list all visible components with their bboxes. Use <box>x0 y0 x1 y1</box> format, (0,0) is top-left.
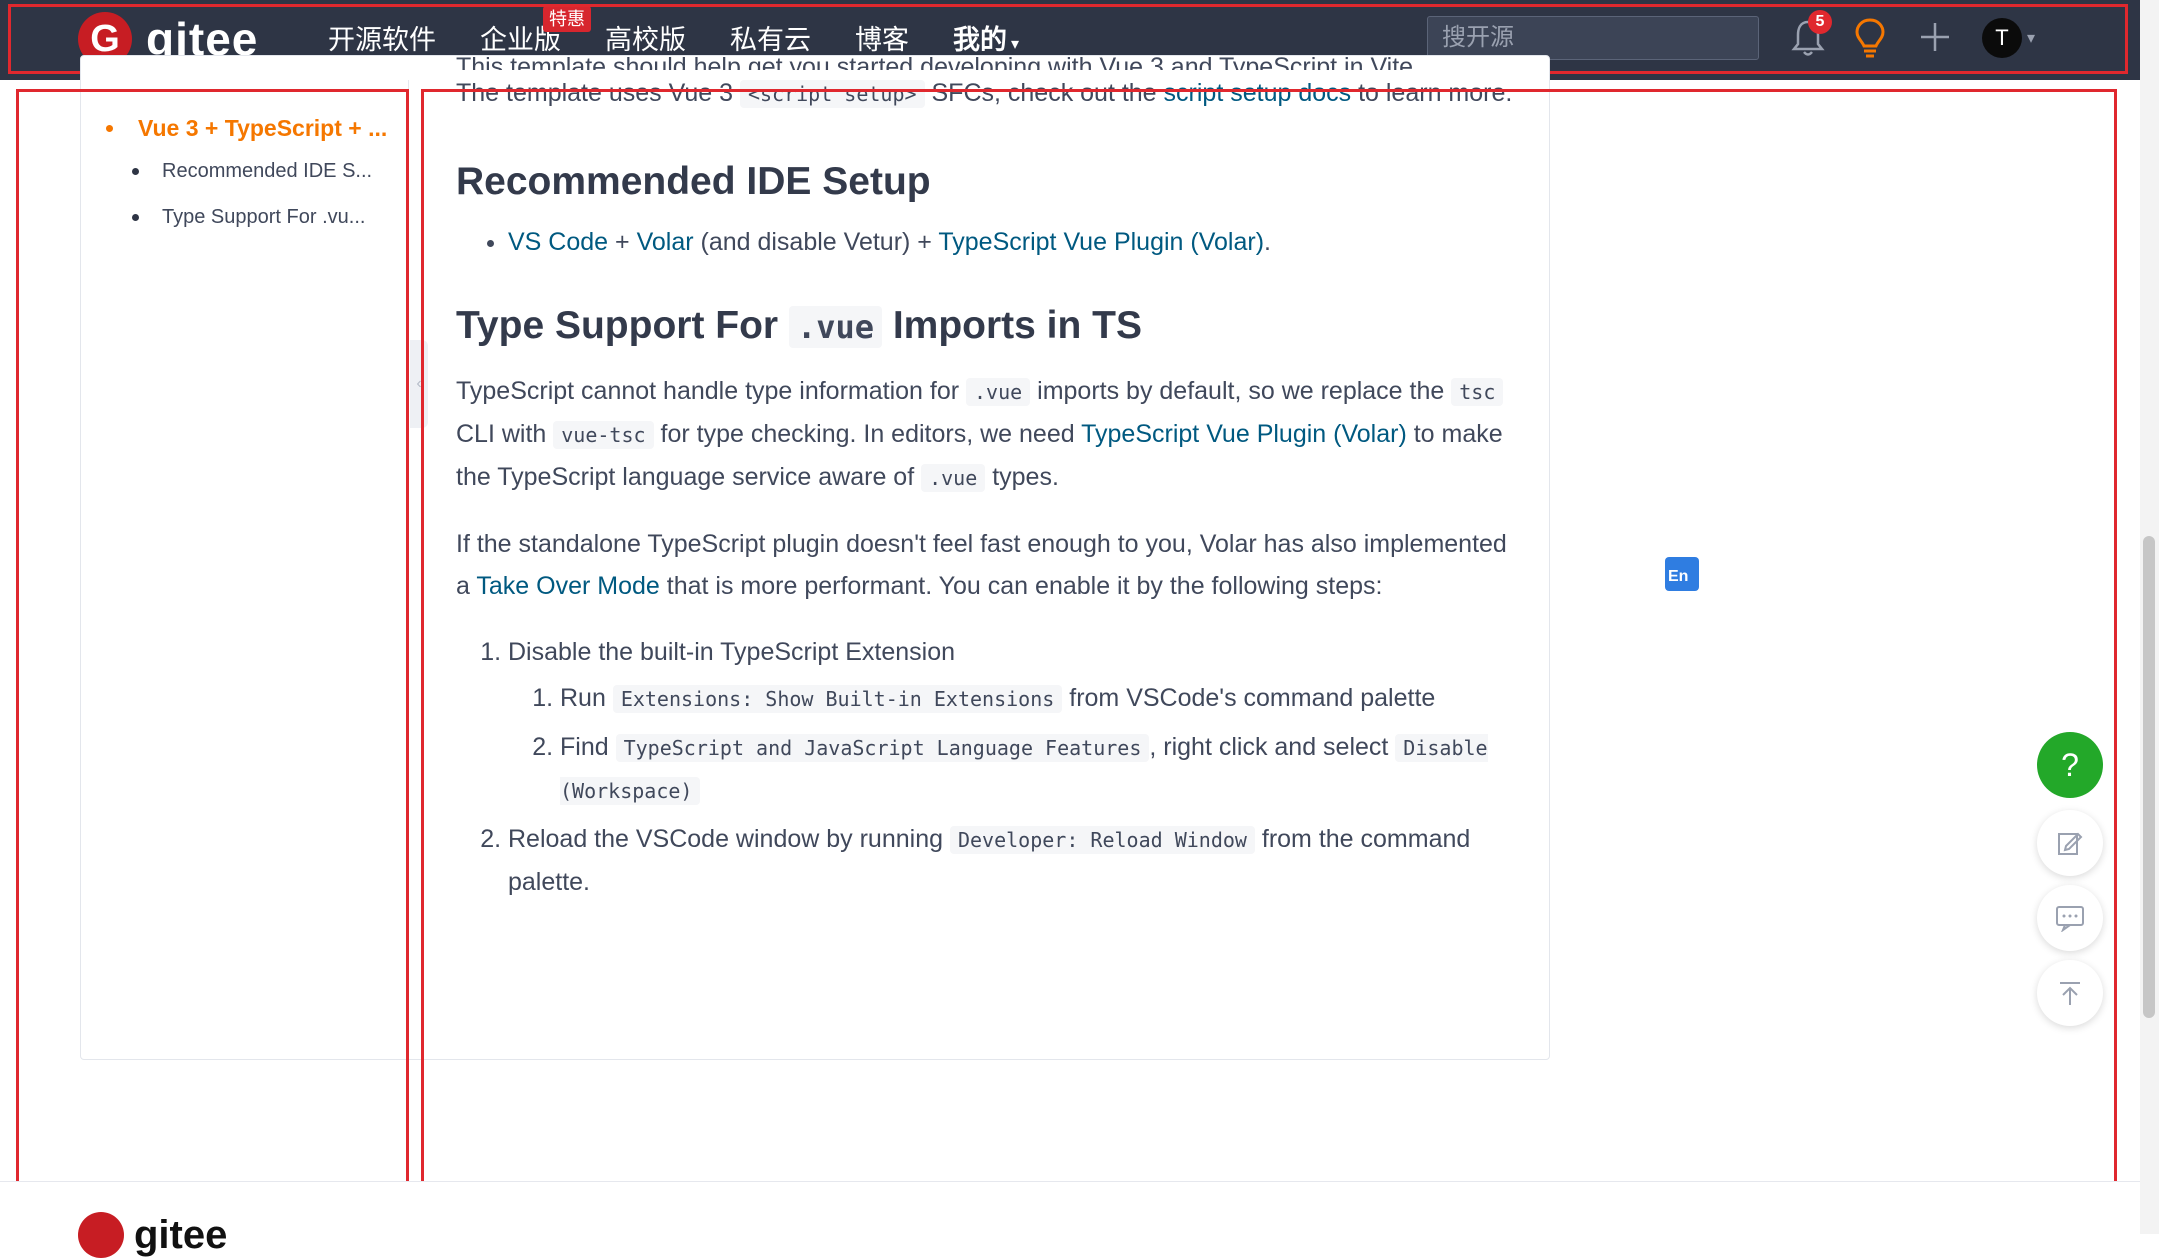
feedback-button[interactable] <box>2037 810 2103 876</box>
heading-ide-setup: Recommended IDE Setup <box>456 160 931 203</box>
list-item: Run Extensions: Show Built-in Extensions… <box>560 677 1516 720</box>
gitee-logo-icon <box>78 1212 124 1258</box>
chevron-left-icon: ‹ <box>416 375 422 392</box>
inline-code: Developer: Reload Window <box>949 826 1255 854</box>
ide-list: VS Code + Volar (and disable Vetur) + Ty… <box>456 221 1516 263</box>
intro-paragraph: The template uses Vue 3 <script setup> S… <box>456 72 1516 115</box>
promo-badge: 特惠 <box>543 6 591 32</box>
collapse-sidebar-handle[interactable]: ‹ <box>410 340 428 428</box>
text: imports by default, so we replace the <box>1030 377 1452 405</box>
back-to-top-button[interactable] <box>2037 960 2103 1026</box>
text: Reload the VSCode window by running <box>508 825 950 853</box>
footer-logo[interactable]: gitee <box>78 1212 227 1258</box>
list-item: VS Code + Volar (and disable Vetur) + Ty… <box>508 221 1516 263</box>
list-item: Reload the VSCode window by running Deve… <box>508 818 1516 903</box>
text: Type Support For <box>456 304 789 347</box>
text: Disable the built-in TypeScript Extensio… <box>508 638 955 666</box>
inline-code: tsc <box>1451 378 1504 406</box>
vs-code-link[interactable]: VS Code <box>508 228 608 256</box>
toc-item-type-support[interactable]: Type Support For .vu... <box>100 194 400 240</box>
typescript-vue-plugin-link[interactable]: TypeScript Vue Plugin (Volar) <box>938 228 1264 256</box>
text: SFCs, check out the <box>924 79 1164 107</box>
inline-code: Extensions: Show Built-in Extensions <box>612 685 1063 713</box>
text: Find <box>560 733 616 761</box>
steps-list: Disable the built-in TypeScript Extensio… <box>456 631 1516 903</box>
inline-code: <script setup> <box>739 80 925 108</box>
text: types. <box>985 463 1059 491</box>
intro-cut-text: This template should help get you starte… <box>456 53 1421 70</box>
nav-item-label: 开源软件 <box>328 25 436 55</box>
translate-icon[interactable]: En <box>1664 556 1700 592</box>
comment-icon <box>2056 906 2084 932</box>
help-icon: ? <box>2061 746 2079 783</box>
text: TypeScript cannot handle type informatio… <box>456 377 967 405</box>
help-button[interactable]: ? <box>2037 732 2103 798</box>
toc-item-ide-setup[interactable]: Recommended IDE S... <box>100 148 400 194</box>
text: . <box>1264 228 1271 256</box>
heading-type-support: Type Support For .vue Imports in TS <box>456 299 1516 354</box>
text: Run <box>560 684 613 712</box>
outline-sidebar: Vue 3 + TypeScript + ... Recommended IDE… <box>100 108 400 240</box>
text: The template uses Vue 3 <box>456 79 740 107</box>
readme-article: This template should help get you starte… <box>456 53 1516 903</box>
paragraph-type-info: TypeScript cannot handle type informatio… <box>456 370 1516 499</box>
text: CLI with <box>456 420 554 448</box>
text: + <box>608 228 637 256</box>
lightbulb-icon[interactable] <box>1852 16 1888 60</box>
typescript-vue-plugin-link[interactable]: TypeScript Vue Plugin (Volar) <box>1081 420 1407 448</box>
text: (and disable Vetur) + <box>693 228 939 256</box>
svg-text:En: En <box>1668 568 1688 585</box>
scrollbar-thumb[interactable] <box>2143 536 2155 1018</box>
edit-icon <box>2058 832 2083 855</box>
text: that is more performant. You can enable … <box>659 572 1383 600</box>
script-setup-docs-link[interactable]: script setup docs <box>1164 79 1352 107</box>
text: to learn more. <box>1351 79 1513 107</box>
text: from VSCode's command palette <box>1062 684 1436 712</box>
chevron-down-icon[interactable]: ▾ <box>2027 28 2035 48</box>
take-over-mode-link[interactable]: Take Over Mode <box>476 572 659 600</box>
inline-code: .vue <box>921 464 986 492</box>
sidebar-divider <box>408 80 409 1060</box>
text: , right click and select <box>1149 733 1396 761</box>
inline-code: .vue <box>966 378 1031 406</box>
volar-link[interactable]: Volar <box>637 228 694 256</box>
footer <box>0 1181 2140 1235</box>
plus-icon[interactable] <box>1918 20 1952 54</box>
notification-count-badge: 5 <box>1808 10 1832 34</box>
text: Imports in TS <box>882 304 1143 347</box>
sub-steps-list: Run Extensions: Show Built-in Extensions… <box>508 677 1516 812</box>
comment-button[interactable] <box>2037 885 2103 951</box>
inline-code: TypeScript and JavaScript Language Featu… <box>615 734 1150 762</box>
intro-paragraph-cut: This template should help get you starte… <box>456 46 1516 70</box>
footer-logo-text: gitee <box>134 1212 228 1257</box>
text: for type checking. In editors, we need <box>653 420 1082 448</box>
paragraph-take-over: If the standalone TypeScript plugin does… <box>456 523 1516 607</box>
list-item: Find TypeScript and JavaScript Language … <box>560 726 1516 812</box>
inline-code: .vue <box>788 306 882 348</box>
list-item: Disable the built-in TypeScript Extensio… <box>508 631 1516 812</box>
toc-item-title[interactable]: Vue 3 + TypeScript + ... <box>100 108 400 148</box>
user-avatar[interactable]: T <box>1982 18 2022 58</box>
arrow-up-icon <box>2060 982 2080 1005</box>
inline-code: vue-tsc <box>553 421 654 449</box>
